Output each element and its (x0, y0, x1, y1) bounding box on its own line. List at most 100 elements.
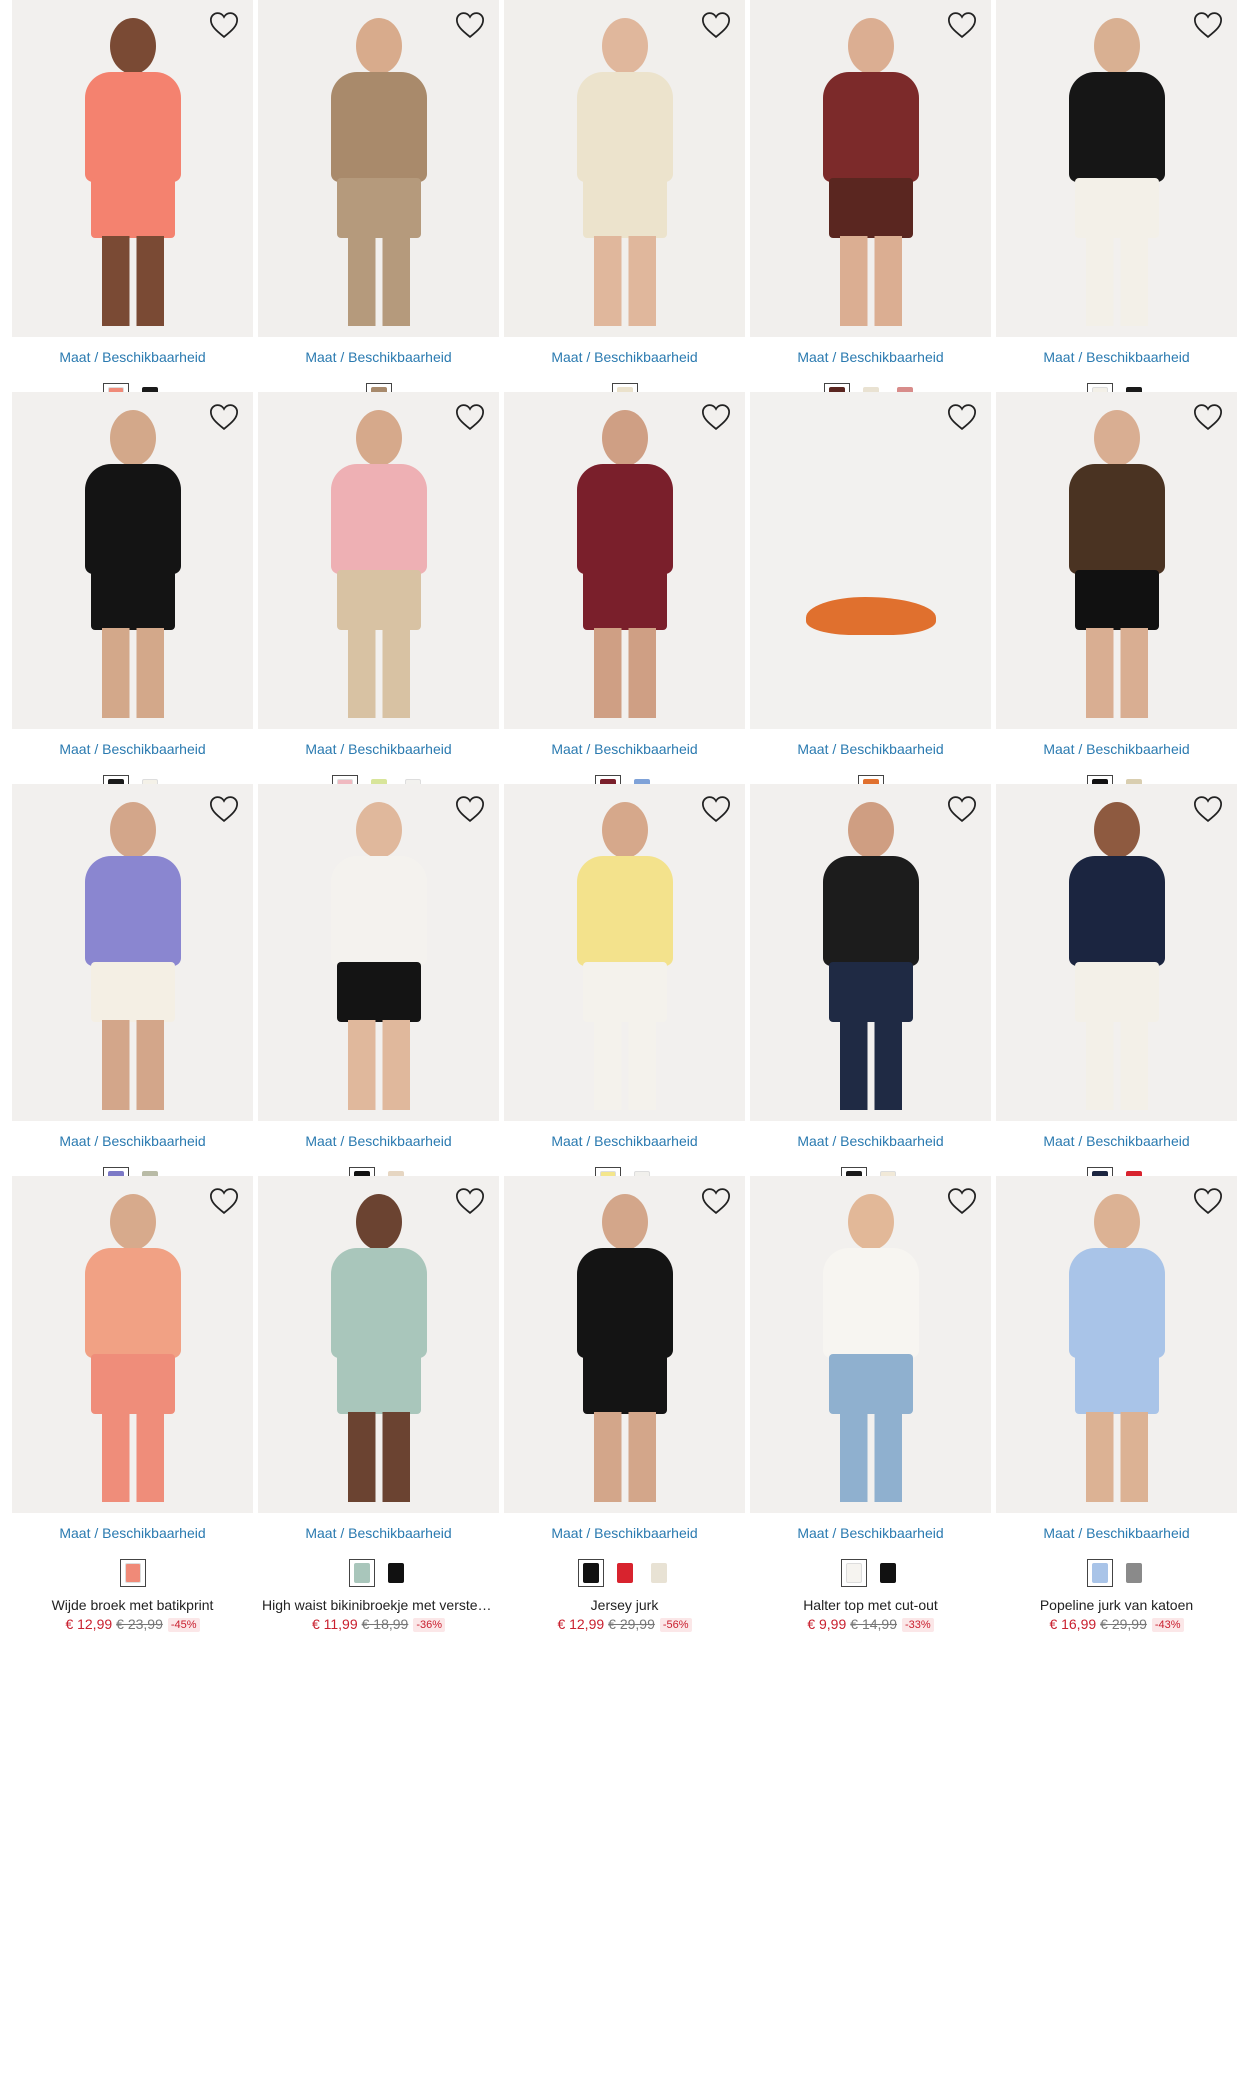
product-card[interactable]: Maat / BeschikbaarheidTwill short€ 7,99€… (750, 0, 991, 456)
size-availability-link[interactable]: Maat / Beschikbaarheid (12, 1525, 253, 1543)
product-image[interactable] (996, 1176, 1237, 1513)
size-availability-link[interactable]: Maat / Beschikbaarheid (750, 349, 991, 367)
wishlist-heart-icon[interactable] (699, 794, 733, 824)
wishlist-heart-icon[interactable] (1191, 1186, 1225, 1216)
wishlist-heart-icon[interactable] (945, 10, 979, 40)
model-head (1093, 18, 1140, 74)
color-swatch[interactable] (875, 1559, 901, 1587)
size-availability-link[interactable]: Maat / Beschikbaarheid (12, 349, 253, 367)
color-swatch[interactable] (1121, 1559, 1147, 1587)
product-image[interactable] (258, 784, 499, 1121)
product-image[interactable] (996, 784, 1237, 1121)
wishlist-heart-icon[interactable] (699, 402, 733, 432)
wishlist-heart-icon[interactable] (945, 794, 979, 824)
product-name[interactable]: High waist bikinibroekje met verstevigen… (258, 1597, 499, 1613)
product-image[interactable] (258, 1176, 499, 1513)
size-availability-link[interactable]: Maat / Beschikbaarheid (258, 1133, 499, 1151)
product-card[interactable]: Maat / BeschikbaarheidBallerina's€ 8,99€… (750, 392, 991, 848)
model-legs (347, 236, 410, 326)
wishlist-heart-icon[interactable] (453, 402, 487, 432)
product-image[interactable] (750, 1176, 991, 1513)
product-shoe (805, 597, 936, 635)
product-card[interactable]: Maat / BeschikbaarheidTop met spaghettib… (258, 0, 499, 456)
size-availability-link[interactable]: Maat / Beschikbaarheid (750, 1133, 991, 1151)
size-availability-link[interactable]: Maat / Beschikbaarheid (996, 741, 1237, 759)
product-image[interactable] (750, 784, 991, 1121)
wishlist-heart-icon[interactable] (207, 794, 241, 824)
size-availability-link[interactable]: Maat / Beschikbaarheid (12, 1133, 253, 1151)
product-name[interactable]: Jersey jurk (504, 1597, 745, 1613)
product-card[interactable]: Maat / Beschikbaarheid High waist bikinib… (258, 1176, 499, 1632)
product-image[interactable] (996, 0, 1237, 337)
size-availability-link[interactable]: Maat / Beschikbaarheid (996, 349, 1237, 367)
size-availability-link[interactable]: Maat / Beschikbaarheid (996, 1133, 1237, 1151)
product-name[interactable]: Wijde broek met batikprint (12, 1597, 253, 1613)
color-swatch[interactable] (646, 1559, 672, 1587)
size-availability-link[interactable]: Maat / Beschikbaarheid (504, 1133, 745, 1151)
color-swatch[interactable] (348, 1559, 375, 1587)
product-image[interactable] (12, 1176, 253, 1513)
product-card[interactable]: Maat / BeschikbaarheidShort met broderie… (996, 392, 1237, 848)
model-legs (101, 628, 164, 718)
color-swatch[interactable] (1086, 1559, 1113, 1587)
size-availability-link[interactable]: Maat / Beschikbaarheid (750, 1525, 991, 1543)
wishlist-heart-icon[interactable] (945, 1186, 979, 1216)
product-image[interactable] (12, 784, 253, 1121)
color-swatch[interactable] (840, 1559, 867, 1587)
wishlist-heart-icon[interactable] (699, 10, 733, 40)
wishlist-heart-icon[interactable] (1191, 794, 1225, 824)
wishlist-heart-icon[interactable] (207, 1186, 241, 1216)
swatch-color (1125, 1563, 1142, 1583)
size-availability-link[interactable]: Maat / Beschikbaarheid (258, 741, 499, 759)
product-image[interactable] (504, 392, 745, 729)
color-swatch[interactable] (577, 1559, 604, 1587)
size-availability-link[interactable]: Maat / Beschikbaarheid (750, 741, 991, 759)
size-availability-link[interactable]: Maat / Beschikbaarheid (12, 741, 253, 759)
product-image[interactable] (12, 0, 253, 337)
product-image[interactable] (996, 392, 1237, 729)
size-availability-link[interactable]: Maat / Beschikbaarheid (504, 741, 745, 759)
size-availability-link[interactable]: Maat / Beschikbaarheid (996, 1525, 1237, 1543)
product-card[interactable]: Maat / Beschikbaarheid Halter top met cut… (750, 1176, 991, 1632)
product-card[interactable]: Maat / BeschikbaarheidZwangerschapsbroek… (996, 0, 1237, 456)
wishlist-heart-icon[interactable] (453, 794, 487, 824)
wishlist-heart-icon[interactable] (453, 1186, 487, 1216)
product-image[interactable] (12, 392, 253, 729)
wishlist-heart-icon[interactable] (207, 10, 241, 40)
current-price: € 12,99 (557, 1616, 605, 1632)
product-card[interactable]: Maat / BeschikbaarheidJersey jurk van ee… (504, 392, 745, 848)
product-image[interactable] (750, 392, 991, 729)
product-card[interactable]: Maat / BeschikbaarheidMaxi jurk van soep… (12, 392, 253, 848)
size-availability-link[interactable]: Maat / Beschikbaarheid (258, 1525, 499, 1543)
product-card[interactable]: Maat / BeschikbaarheidBlouse€ 8,99€ 22,9… (258, 392, 499, 848)
color-swatch[interactable] (612, 1559, 638, 1587)
product-card[interactable]: Maat / Beschikbaarheid Wijde broek met ba… (12, 1176, 253, 1632)
color-swatch[interactable] (383, 1559, 409, 1587)
size-availability-link[interactable]: Maat / Beschikbaarheid (258, 349, 499, 367)
model-bottom (828, 962, 913, 1022)
wishlist-heart-icon[interactable] (1191, 10, 1225, 40)
product-name[interactable]: Popeline jurk van katoen (996, 1597, 1237, 1613)
size-availability-link[interactable]: Maat / Beschikbaarheid (504, 1525, 745, 1543)
wishlist-heart-icon[interactable] (1191, 402, 1225, 432)
wishlist-heart-icon[interactable] (699, 1186, 733, 1216)
product-image[interactable] (258, 392, 499, 729)
product-image[interactable] (258, 0, 499, 337)
product-image[interactable] (750, 0, 991, 337)
size-availability-link[interactable]: Maat / Beschikbaarheid (504, 349, 745, 367)
product-name[interactable]: Halter top met cut-out (750, 1597, 991, 1613)
product-card[interactable]: Maat / Beschikbaarheid Popeline jurk van … (996, 1176, 1237, 1632)
model-head (847, 1194, 894, 1250)
swatch-color (582, 1563, 599, 1583)
wishlist-heart-icon[interactable] (945, 402, 979, 432)
product-card[interactable]: Maat / BeschikbaarheidBandeau bikini (2-… (12, 0, 253, 456)
wishlist-heart-icon[interactable] (453, 10, 487, 40)
product-image[interactable] (504, 1176, 745, 1513)
color-swatch[interactable] (119, 1559, 146, 1587)
product-card[interactable]: Maat / Beschikbaarheid Jersey jurk € 12,99… (504, 1176, 745, 1632)
product-image[interactable] (504, 784, 745, 1121)
wishlist-heart-icon[interactable] (207, 402, 241, 432)
product-card[interactable]: Maat / BeschikbaarheidPlooirok in een el… (504, 0, 745, 456)
model-top (1068, 856, 1165, 966)
product-image[interactable] (504, 0, 745, 337)
